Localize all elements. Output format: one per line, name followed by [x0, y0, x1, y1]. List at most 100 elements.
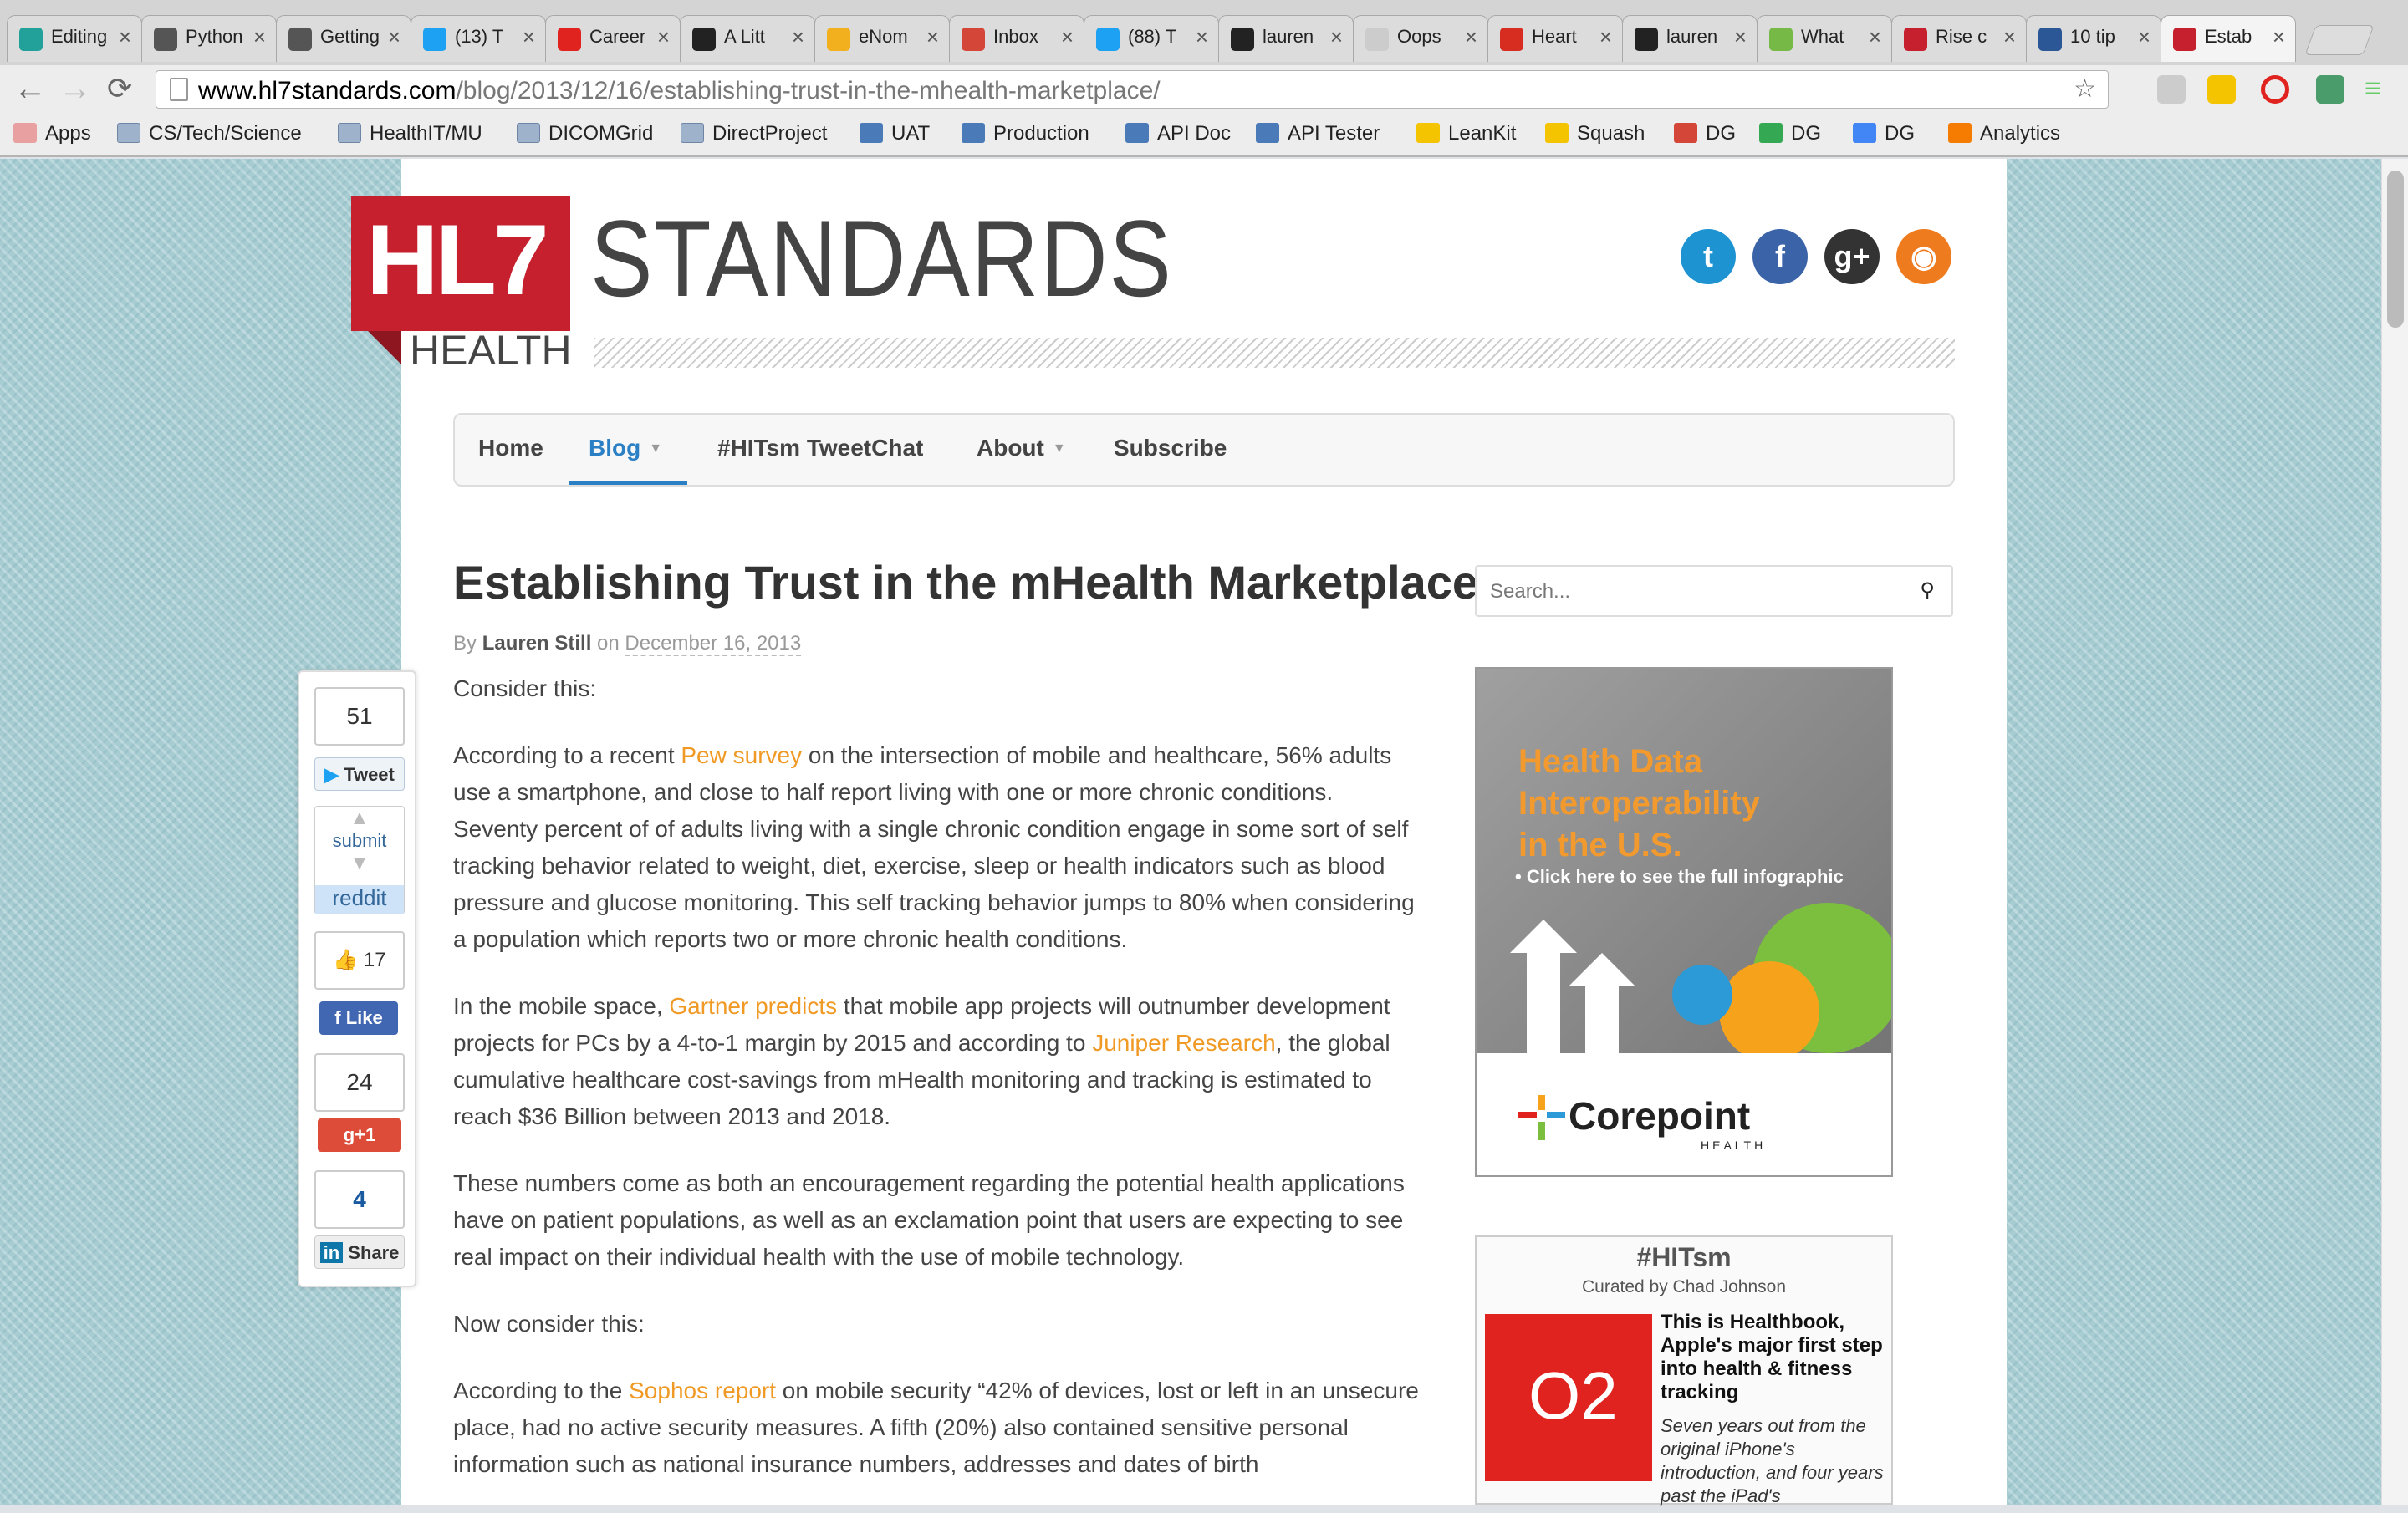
extension-icon[interactable] [2207, 75, 2236, 104]
tweet-button[interactable]: ▶ Tweet [314, 757, 405, 791]
bookmark-item[interactable]: UAT [860, 122, 930, 145]
bookmark-item[interactable]: API Tester [1256, 122, 1380, 145]
pew-survey-link[interactable]: Pew survey [681, 742, 802, 768]
browser-tab[interactable]: Rise c × [1891, 15, 2027, 62]
browser-tab[interactable]: Inbox × [949, 15, 1084, 62]
browser-tab[interactable]: eNom × [814, 15, 950, 62]
tab-close-icon[interactable]: × [388, 24, 400, 50]
browser-tab[interactable]: lauren × [1622, 15, 1758, 62]
hitsm-headline[interactable]: This is Healthbook, Apple's major first … [1661, 1311, 1886, 1404]
bookmark-item[interactable]: DG [1853, 122, 1915, 145]
tab-close-icon[interactable]: × [2003, 24, 2016, 50]
browser-tab[interactable]: Estab × [2161, 15, 2296, 62]
nav-item-home[interactable]: Home [478, 435, 543, 461]
address-bar[interactable]: www.hl7standards.com/blog/2013/12/16/est… [156, 70, 2109, 109]
browser-tab[interactable]: Editing × [7, 15, 142, 62]
linkedin-share-button[interactable]: in Share [314, 1235, 405, 1269]
bookmark-item[interactable]: DG [1759, 122, 1821, 145]
browser-tab[interactable]: Heart × [1487, 15, 1623, 62]
tab-close-icon[interactable]: × [2273, 24, 2285, 50]
browser-tab[interactable]: lauren × [1218, 15, 1354, 62]
reddit-widget[interactable]: ▲ submit ▼ reddit [314, 806, 405, 914]
ad-brand: Corepoint [1569, 1094, 1751, 1138]
browser-tab[interactable]: Career × [545, 15, 681, 62]
bookmark-star-icon[interactable]: ☆ [2074, 74, 2096, 104]
bookmark-item[interactable]: Production [962, 122, 1089, 145]
bookmark-item[interactable]: Squash [1545, 122, 1645, 145]
forward-button[interactable]: → [59, 72, 92, 105]
tab-close-icon[interactable]: × [1465, 24, 1477, 50]
scrollbar[interactable] [2381, 159, 2408, 1505]
nav-item-subscribe[interactable]: Subscribe [1114, 435, 1227, 461]
browser-tab[interactable]: What × [1757, 15, 1892, 62]
tab-close-icon[interactable]: × [253, 24, 266, 50]
bookmark-item[interactable]: DG [1674, 122, 1736, 145]
nav-item-hitsm-tweetchat[interactable]: #HITsm TweetChat [717, 435, 923, 461]
new-tab-button[interactable] [2304, 25, 2375, 55]
text: on the intersection of mobile and health… [453, 742, 1415, 952]
page-background: HL7 STANDARDS HEALTH t f g+ ◉ Home Blog ▼ #HIT… [0, 159, 2408, 1506]
bookmark-item[interactable]: DirectProject [681, 122, 827, 145]
hitsm-thumbnail[interactable]: O2 [1485, 1314, 1652, 1481]
search-input[interactable]: Search... ⚲ [1475, 565, 1953, 617]
tab-close-icon[interactable]: × [657, 24, 670, 50]
bookmark-item[interactable]: API Doc [1125, 122, 1231, 145]
juniper-link[interactable]: Juniper Research [1092, 1030, 1275, 1056]
scrollbar-thumb[interactable] [2387, 171, 2404, 328]
author-link[interactable]: Lauren Still [482, 632, 592, 655]
facebook-like-button[interactable]: f Like [319, 1001, 398, 1035]
tab-close-icon[interactable]: × [2138, 24, 2150, 50]
browser-tab[interactable]: Oops × [1353, 15, 1488, 62]
browser-tab[interactable]: A Litt × [680, 15, 815, 62]
sophos-link[interactable]: Sophos report [629, 1378, 776, 1403]
reload-button[interactable]: ⟳ [107, 72, 132, 105]
twitter-icon[interactable]: t [1681, 229, 1736, 284]
bookmark-label: Squash [1577, 122, 1645, 145]
bookmark-label: Production [993, 122, 1089, 145]
tab-close-icon[interactable]: × [1196, 24, 1208, 50]
google-plus-icon[interactable]: g+ [1824, 229, 1880, 284]
search-icon[interactable]: ⚲ [1920, 578, 1935, 603]
tab-close-icon[interactable]: × [1599, 24, 1612, 50]
bookmark-item[interactable]: DICOMGrid [517, 122, 653, 145]
tab-favicon-icon [1500, 28, 1523, 51]
nav-item-blog[interactable]: Blog ▼ [589, 435, 662, 461]
tab-close-icon[interactable]: × [523, 24, 535, 50]
extension-icon[interactable] [2316, 75, 2344, 104]
tab-title: Heart [1532, 26, 1577, 47]
upvote-icon[interactable]: ▲ [315, 807, 404, 830]
nav-item-about[interactable]: About ▼ [977, 435, 1066, 461]
browser-tab[interactable]: (13) T × [411, 15, 546, 62]
bookmark-item[interactable]: LeanKit [1416, 122, 1516, 145]
extension-icon[interactable] [2157, 75, 2186, 104]
browser-tab[interactable]: (88) T × [1084, 15, 1219, 62]
gplus-button[interactable]: g+1 [318, 1118, 401, 1152]
browser-tab[interactable]: Getting × [276, 15, 411, 62]
browser-tab[interactable]: 10 tip × [2026, 15, 2161, 62]
bookmark-item[interactable]: Apps [13, 122, 91, 145]
bookmark-item[interactable]: Analytics [1948, 122, 2060, 145]
browser-tab[interactable]: Python × [141, 15, 277, 62]
opera-icon[interactable] [2261, 75, 2289, 104]
main-nav: Home Blog ▼ #HITsm TweetChat About ▼ Subscribe [453, 413, 1955, 487]
bookmark-item[interactable]: CS/Tech/Science [117, 122, 302, 145]
tab-close-icon[interactable]: × [1869, 24, 1881, 50]
tab-close-icon[interactable]: × [1061, 24, 1074, 50]
tab-close-icon[interactable]: × [1734, 24, 1747, 50]
post-date: December 16, 2013 [625, 632, 802, 656]
menu-icon[interactable]: ≡ [2365, 72, 2381, 105]
downvote-icon[interactable]: ▼ [315, 852, 404, 875]
gartner-link[interactable]: Gartner predicts [669, 993, 837, 1019]
facebook-icon[interactable]: f [1752, 229, 1808, 284]
tab-close-icon[interactable]: × [119, 24, 131, 50]
hl7-logo[interactable]: HL7 [351, 196, 570, 331]
bookmark-icon [1759, 123, 1783, 143]
back-button[interactable]: ← [13, 72, 47, 105]
tab-close-icon[interactable]: × [926, 24, 939, 50]
rss-icon[interactable]: ◉ [1896, 229, 1951, 284]
tab-close-icon[interactable]: × [792, 24, 804, 50]
bookmark-item[interactable]: HealthIT/MU [338, 122, 482, 145]
url-host: www.hl7standards.com [198, 77, 457, 104]
tab-close-icon[interactable]: × [1330, 24, 1343, 50]
infographic-ad[interactable]: Health Data Interoperability in the U.S.… [1475, 667, 1893, 1177]
